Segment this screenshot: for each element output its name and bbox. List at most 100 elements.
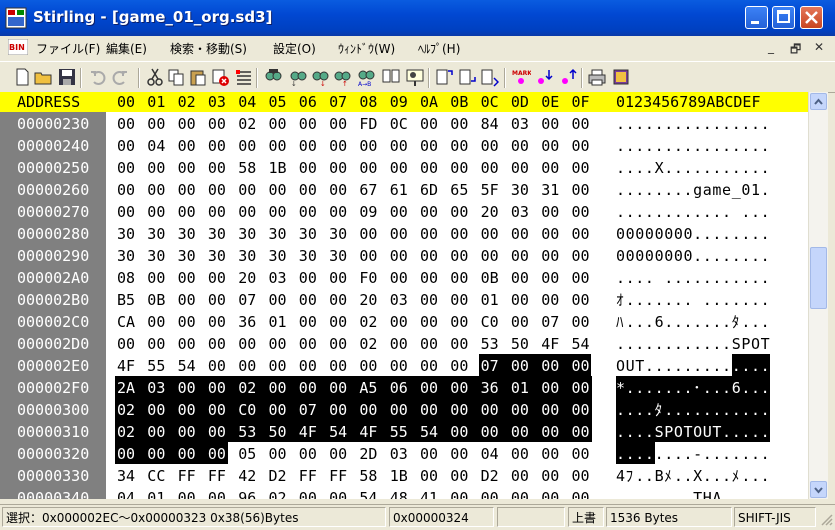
hex-byte[interactable]: 00 (450, 400, 468, 420)
hex-byte[interactable]: 30 (511, 180, 529, 200)
hex-byte[interactable]: F0 (359, 268, 377, 288)
hex-byte[interactable]: 00 (147, 334, 165, 354)
hex-byte[interactable]: 00 (511, 488, 529, 499)
hex-byte[interactable]: CA (117, 312, 135, 332)
hex-byte[interactable]: 00 (208, 180, 226, 200)
jump-button[interactable] (405, 67, 425, 87)
hex-byte[interactable]: 00 (329, 378, 347, 398)
hex-byte[interactable]: 00 (541, 488, 559, 499)
hex-byte[interactable]: 00 (511, 136, 529, 156)
hex-byte[interactable]: 00 (178, 488, 196, 499)
hex-byte[interactable]: 00 (178, 400, 196, 420)
hex-byte[interactable]: D2 (269, 466, 287, 486)
hex-byte[interactable]: 00 (541, 224, 559, 244)
open-folder-button[interactable] (33, 67, 53, 87)
hex-byte[interactable]: 50 (269, 422, 287, 442)
find-prev-button[interactable]: ↑ (332, 67, 352, 87)
hex-byte[interactable]: 00 (572, 180, 590, 200)
hex-byte[interactable]: 00 (420, 114, 438, 134)
hex-byte[interactable]: 30 (269, 224, 287, 244)
hex-byte[interactable]: 20 (359, 290, 377, 310)
hex-byte[interactable]: 00 (238, 136, 256, 156)
hex-byte[interactable]: 00 (178, 378, 196, 398)
hex-byte[interactable]: 08 (117, 268, 135, 288)
doc-minimize-button[interactable]: _ (768, 40, 774, 54)
hex-byte[interactable]: 03 (511, 114, 529, 134)
hex-byte[interactable]: D2 (481, 466, 499, 486)
ascii-row[interactable]: ........THA..... (616, 488, 770, 499)
maximize-button[interactable] (772, 6, 795, 29)
hex-byte[interactable]: 00 (541, 246, 559, 266)
hex-byte[interactable]: 00 (420, 290, 438, 310)
ascii-row[interactable]: ....X........... (616, 158, 770, 178)
hex-byte[interactable]: 00 (481, 400, 499, 420)
menu-edit[interactable]: 編集(E) (106, 40, 147, 57)
hex-byte[interactable]: 00 (572, 488, 590, 499)
hex-byte[interactable]: 00 (511, 400, 529, 420)
hex-byte[interactable]: 00 (511, 268, 529, 288)
hex-byte[interactable]: 00 (420, 400, 438, 420)
hex-byte[interactable]: 00 (572, 466, 590, 486)
hex-byte[interactable]: 09 (359, 202, 377, 222)
hex-byte[interactable]: 00 (269, 180, 287, 200)
find-button[interactable] (263, 67, 283, 87)
hex-byte[interactable]: 2A (117, 378, 135, 398)
hex-byte[interactable]: 53 (481, 334, 499, 354)
hex-byte[interactable]: 00 (420, 136, 438, 156)
hex-byte[interactable]: 00 (269, 202, 287, 222)
hex-byte[interactable]: 00 (572, 224, 590, 244)
hex-byte[interactable]: 00 (299, 158, 317, 178)
hex-byte[interactable]: 84 (481, 114, 499, 134)
hex-byte[interactable]: 0B (147, 290, 165, 310)
hex-byte[interactable]: 00 (147, 180, 165, 200)
hex-byte[interactable]: 00 (450, 488, 468, 499)
hex-byte[interactable]: 54 (420, 422, 438, 442)
hex-byte[interactable]: 00 (208, 158, 226, 178)
hex-byte[interactable]: FF (329, 466, 347, 486)
hex-byte[interactable]: 07 (541, 312, 559, 332)
hex-byte[interactable]: 00 (299, 136, 317, 156)
hex-byte[interactable]: 30 (238, 224, 256, 244)
hex-byte[interactable]: 00 (269, 136, 287, 156)
hex-byte[interactable]: 00 (450, 466, 468, 486)
hex-byte[interactable]: 00 (178, 268, 196, 288)
menu-search[interactable]: 検索・移動(S) (170, 40, 247, 57)
hex-byte[interactable]: 00 (481, 246, 499, 266)
hex-byte[interactable]: 00 (450, 312, 468, 332)
hex-byte[interactable]: 54 (359, 488, 377, 499)
hex-byte[interactable]: 02 (238, 114, 256, 134)
hex-byte[interactable]: 00 (420, 224, 438, 244)
hex-byte[interactable]: 00 (208, 400, 226, 420)
menu-window[interactable]: ｳｨﾝﾄﾞｳ(W) (338, 40, 395, 57)
ascii-row[interactable]: ............ ... (616, 202, 770, 222)
menu-settings[interactable]: 設定(O) (273, 40, 316, 57)
copy-button[interactable] (166, 67, 186, 87)
hex-byte[interactable]: 00 (572, 246, 590, 266)
hex-byte[interactable]: 4F (299, 422, 317, 442)
hex-byte[interactable]: 00 (147, 444, 165, 464)
hex-byte[interactable]: 00 (269, 334, 287, 354)
hex-byte[interactable]: 30 (238, 246, 256, 266)
hex-byte[interactable]: 00 (450, 334, 468, 354)
hex-byte[interactable]: 30 (208, 246, 226, 266)
hex-byte[interactable]: 00 (329, 158, 347, 178)
hex-byte[interactable]: 00 (299, 312, 317, 332)
hex-editor[interactable]: ADDRESS 00 01 02 03 04 05 06 07 08 09 0A 0B 0C 0D 0E 0F 0… (0, 92, 808, 499)
hex-byte[interactable]: 00 (117, 114, 135, 134)
hex-byte[interactable]: 00 (541, 422, 559, 442)
hex-byte[interactable]: 00 (541, 356, 559, 376)
scroll-down-button[interactable] (810, 481, 827, 498)
hex-byte[interactable]: 00 (572, 136, 590, 156)
insert-block-button[interactable] (434, 67, 454, 87)
hex-byte[interactable]: 00 (329, 400, 347, 420)
hex-byte[interactable]: 5F (481, 180, 499, 200)
delete-button[interactable] (210, 67, 230, 87)
hex-byte[interactable]: 00 (238, 356, 256, 376)
hex-byte[interactable]: 00 (117, 444, 135, 464)
hex-byte[interactable]: 00 (147, 158, 165, 178)
hex-byte[interactable]: 4F (541, 334, 559, 354)
hex-byte[interactable]: 02 (117, 422, 135, 442)
cut-button[interactable] (145, 67, 165, 87)
hex-byte[interactable]: 00 (541, 202, 559, 222)
hex-byte[interactable]: 00 (269, 400, 287, 420)
